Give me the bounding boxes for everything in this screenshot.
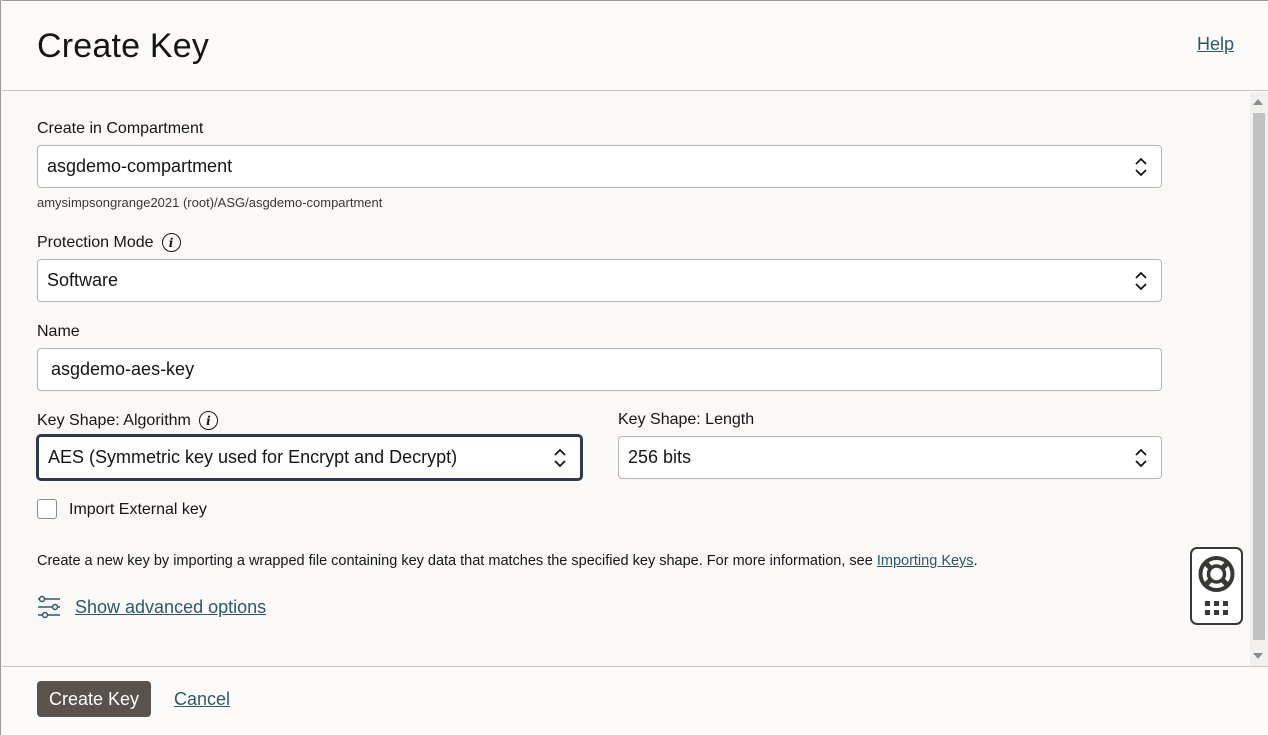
- scroll-thumb[interactable]: [1253, 113, 1265, 640]
- updown-chevron-icon: [1135, 448, 1147, 468]
- protection-mode-value: Software: [47, 270, 119, 290]
- panel-header: Create Key Help: [2, 1, 1268, 91]
- importing-keys-link[interactable]: Importing Keys: [877, 553, 974, 569]
- name-input[interactable]: asgdemo-aes-key: [37, 348, 1162, 391]
- import-external-checkbox[interactable]: [37, 499, 57, 519]
- compartment-label: Create in Compartment: [37, 120, 203, 138]
- compartment-value: asgdemo-compartment: [47, 156, 233, 176]
- updown-chevron-icon: [1135, 157, 1147, 177]
- cancel-link[interactable]: Cancel: [174, 689, 230, 710]
- import-description-suffix: .: [973, 553, 978, 569]
- show-advanced-options[interactable]: Show advanced options: [37, 595, 266, 619]
- length-label-text: Key Shape: Length: [618, 411, 755, 428]
- compartment-label-text: Create in Compartment: [37, 120, 204, 137]
- name-label: Name: [37, 323, 80, 341]
- create-key-panel: Create Key Help Create in Compartment as…: [2, 0, 1268, 735]
- import-description: Create a new key by importing a wrapped …: [37, 553, 978, 569]
- algorithm-label-text: Key Shape: Algorithm: [37, 411, 191, 429]
- form-scrollbar[interactable]: [1250, 92, 1268, 666]
- help-link[interactable]: Help: [1197, 34, 1234, 55]
- protection-mode-select[interactable]: Software: [37, 259, 1162, 302]
- scroll-down-arrow-icon[interactable]: [1253, 653, 1263, 659]
- algorithm-label: Key Shape: Algorithm i: [37, 411, 218, 430]
- algorithm-value: AES (Symmetric key used for Encrypt and …: [48, 447, 458, 467]
- info-icon[interactable]: i: [198, 411, 218, 430]
- compartment-select[interactable]: asgdemo-compartment: [37, 145, 1162, 188]
- help-widget[interactable]: [1190, 547, 1243, 625]
- length-select[interactable]: 256 bits: [618, 436, 1162, 479]
- import-external-label: Import External key: [69, 501, 207, 518]
- compartment-path-hint: amysimpsongrange2021 (root)/ASG/asgdemo-…: [37, 195, 383, 210]
- name-value: asgdemo-aes-key: [51, 359, 195, 379]
- name-label-text: Name: [37, 323, 80, 340]
- scroll-up-arrow-icon[interactable]: [1253, 99, 1263, 105]
- updown-chevron-icon: [1135, 271, 1147, 291]
- apps-grid-icon: [1205, 601, 1228, 615]
- algorithm-select[interactable]: AES (Symmetric key used for Encrypt and …: [37, 435, 582, 480]
- panel-footer: Create Key Cancel: [2, 666, 1268, 735]
- import-description-text: Create a new key by importing a wrapped …: [37, 553, 873, 569]
- length-value: 256 bits: [628, 447, 692, 467]
- page-title: Create Key: [37, 27, 210, 65]
- lifebuoy-icon: [1198, 556, 1235, 615]
- protection-mode-label: Protection Mode i: [37, 233, 181, 252]
- show-advanced-options-label: Show advanced options: [75, 596, 267, 617]
- protection-mode-label-text: Protection Mode: [37, 233, 154, 251]
- updown-chevron-icon: [554, 448, 566, 468]
- info-icon[interactable]: i: [161, 233, 181, 252]
- length-label: Key Shape: Length: [618, 411, 754, 429]
- sliders-icon: [38, 595, 60, 619]
- create-key-button[interactable]: Create Key: [37, 681, 151, 717]
- form-body: Create in Compartment asgdemo-compartmen…: [2, 92, 1268, 666]
